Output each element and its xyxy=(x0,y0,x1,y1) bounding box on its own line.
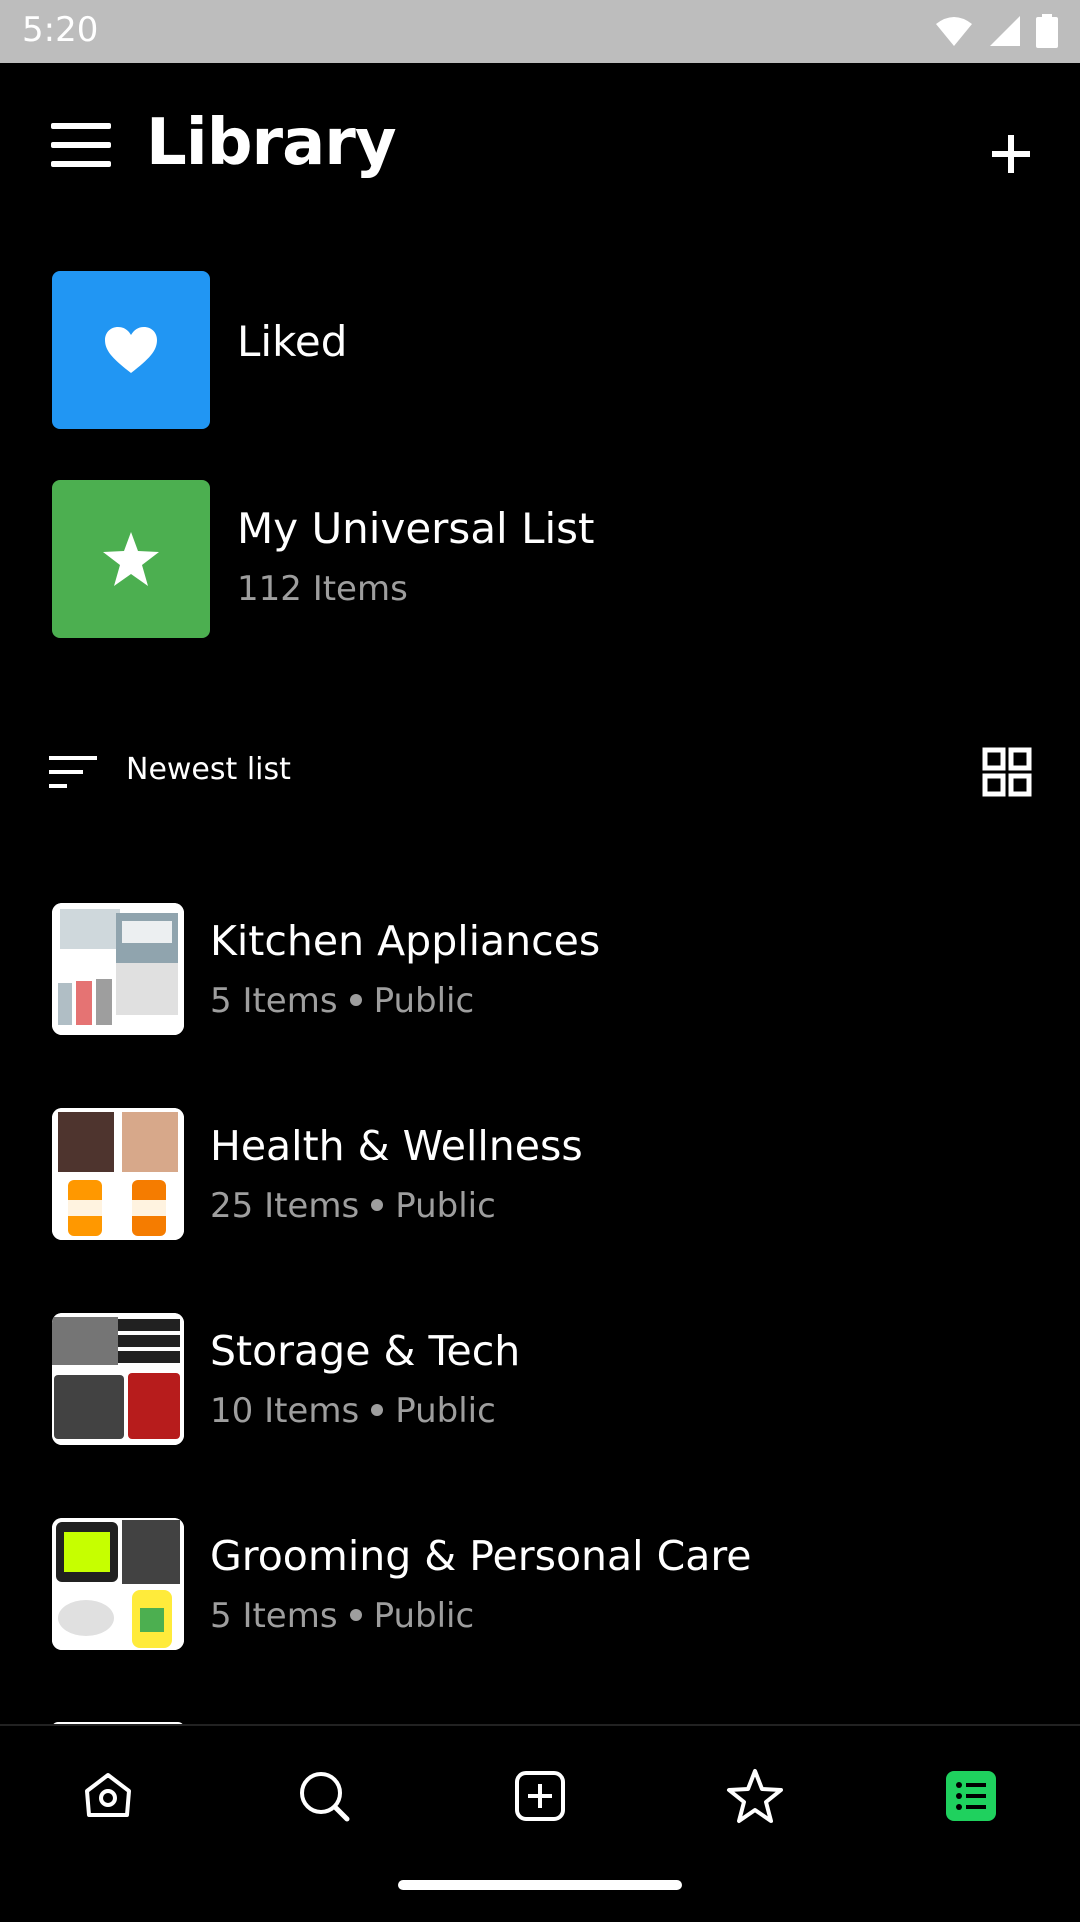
heart-icon xyxy=(105,327,157,373)
nav-home[interactable] xyxy=(78,1766,138,1826)
list-title: Storage & Tech xyxy=(210,1327,521,1375)
universal-list[interactable]: My Universal List 112 Items xyxy=(52,480,1032,638)
nav-search[interactable] xyxy=(294,1766,354,1826)
list-item[interactable]: Health & Wellness 25 Items Public xyxy=(0,1108,1080,1240)
list-count: 5 Items xyxy=(210,981,338,1021)
wellness-thumbnail-image xyxy=(52,1108,184,1240)
list-count: 10 Items xyxy=(210,1391,360,1431)
status-icons xyxy=(934,14,1058,48)
nav-add[interactable] xyxy=(510,1766,570,1826)
tech-thumbnail-image xyxy=(52,1313,184,1445)
nav-favorites[interactable] xyxy=(725,1766,785,1826)
library-list-icon xyxy=(946,1771,996,1821)
list-meta: 5 Items Public xyxy=(210,981,474,1021)
menu-icon[interactable] xyxy=(51,123,111,167)
list-title: Grooming & Personal Care xyxy=(210,1532,752,1580)
add-box-icon xyxy=(515,1771,565,1821)
universal-list-label: My Universal List xyxy=(237,504,595,553)
list-meta: 5 Items Public xyxy=(210,1596,474,1636)
list-count: 5 Items xyxy=(210,1596,338,1636)
grid-view-icon[interactable] xyxy=(982,747,1032,797)
list-item[interactable]: Storage & Tech 10 Items Public xyxy=(0,1313,1080,1445)
list-thumbnail xyxy=(52,903,184,1035)
search-icon xyxy=(300,1772,350,1822)
sort-label[interactable]: Newest list xyxy=(126,752,291,787)
star-outline-icon xyxy=(727,1769,783,1823)
add-icon[interactable] xyxy=(990,133,1032,175)
list-item[interactable]: Grooming & Personal Care 5 Items Public xyxy=(0,1518,1080,1650)
bottom-nav xyxy=(0,1724,1080,1922)
wifi-icon xyxy=(936,17,972,46)
grooming-thumbnail-image xyxy=(52,1518,184,1650)
signal-icon xyxy=(990,16,1020,46)
list-count: 25 Items xyxy=(210,1186,360,1226)
list-title: Kitchen Appliances xyxy=(210,917,601,965)
list-visibility: Public xyxy=(373,981,475,1021)
page-title: Library xyxy=(146,106,397,180)
list-title: Health & Wellness xyxy=(210,1122,583,1170)
home-icon xyxy=(85,1773,131,1817)
status-time: 5:20 xyxy=(22,10,99,50)
list-item[interactable]: Kitchen Appliances 5 Items Public xyxy=(0,903,1080,1035)
nav-library[interactable] xyxy=(941,1766,1001,1826)
header: Library xyxy=(0,63,1080,233)
liked-list[interactable]: Liked xyxy=(52,271,1032,429)
list-thumbnail xyxy=(52,1313,184,1445)
home-indicator[interactable] xyxy=(398,1880,682,1890)
battery-icon xyxy=(1036,14,1058,48)
liked-tile xyxy=(52,271,210,429)
liked-label: Liked xyxy=(237,317,348,366)
universal-list-tile xyxy=(52,480,210,638)
list-thumbnail xyxy=(52,1518,184,1650)
status-bar: 5:20 xyxy=(0,0,1080,63)
sort-icon[interactable] xyxy=(49,754,99,790)
list-meta: 25 Items Public xyxy=(210,1186,496,1226)
list-thumbnail xyxy=(52,1108,184,1240)
star-icon xyxy=(103,532,159,586)
list-visibility: Public xyxy=(373,1596,475,1636)
list-meta: 10 Items Public xyxy=(210,1391,496,1431)
appliances-thumbnail-image xyxy=(52,903,184,1035)
list-visibility: Public xyxy=(395,1186,496,1226)
universal-list-count: 112 Items xyxy=(237,569,408,609)
list-visibility: Public xyxy=(395,1391,496,1431)
sort-bar: Newest list xyxy=(0,730,1080,810)
